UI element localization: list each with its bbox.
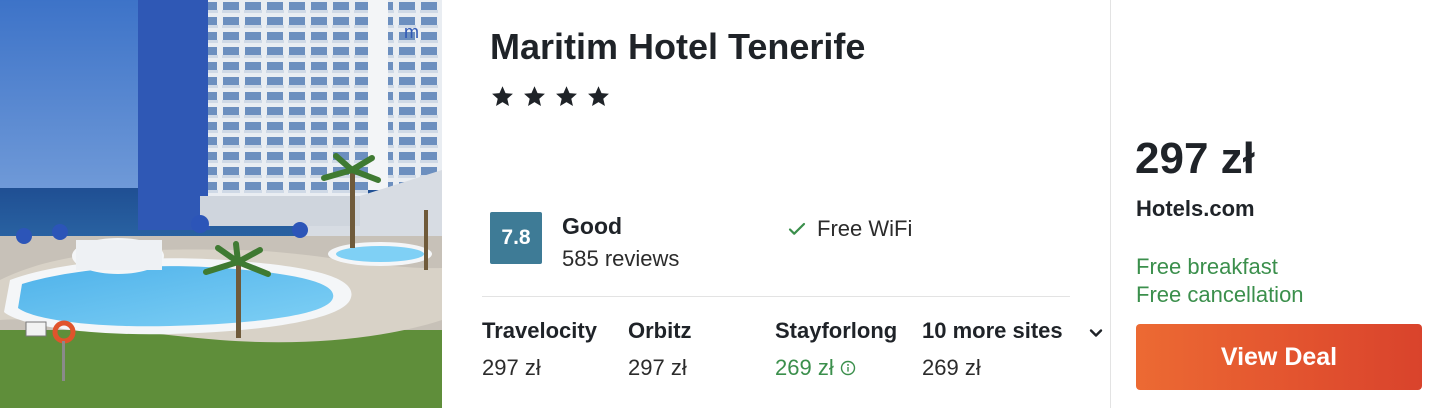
deal-provider: Hotels.com [1136,196,1255,221]
star-icon [556,86,577,106]
hotel-photo[interactable]: m [0,0,442,408]
perk-free-cancellation: Free cancellation [1136,282,1304,307]
site-price: 297 zł [482,355,541,380]
site-name: Travelocity [482,318,597,343]
amenity-label: Free WiFi [817,216,913,241]
site-price: 269 zł [922,355,981,380]
rating-label: Good [562,213,623,239]
star-rating [490,84,611,114]
deal-price: 297 zł [1135,134,1255,183]
check-icon [788,222,806,235]
hotel-name[interactable]: Maritim Hotel Tenerife [490,26,865,68]
site-offer-orbitz[interactable]: Orbitz 297 zł [628,318,692,381]
view-deal-button[interactable]: View Deal [1136,324,1422,390]
site-price: 269 zł [775,355,897,381]
site-name: Stayforlong [775,318,898,343]
rating-score-badge: 7.8 [490,212,542,264]
site-price: 297 zł [628,355,687,380]
star-icon [588,86,609,106]
info-icon[interactable] [840,360,856,376]
chevron-down-icon[interactable] [1088,326,1104,340]
site-offer-travelocity[interactable]: Travelocity 297 zł [482,318,597,381]
more-sites-toggle[interactable]: 10 more sites 269 zł [922,318,1063,381]
site-name: Orbitz [628,318,692,343]
site-offer-stayforlong[interactable]: Stayforlong 269 zł [775,318,897,381]
column-divider [1110,0,1111,408]
star-icon [524,86,545,106]
site-name: 10 more sites [922,318,1063,343]
svg-text:m: m [404,22,419,42]
amenity-item: Free WiFi [787,216,912,242]
hotel-result-card: m Maritim Hotel Tenerife 7.8 Good 585 re… [0,0,1436,408]
star-icon [492,86,513,106]
review-count[interactable]: 585 reviews [562,246,679,272]
perk-free-breakfast: Free breakfast [1136,254,1278,279]
divider [482,296,1070,297]
